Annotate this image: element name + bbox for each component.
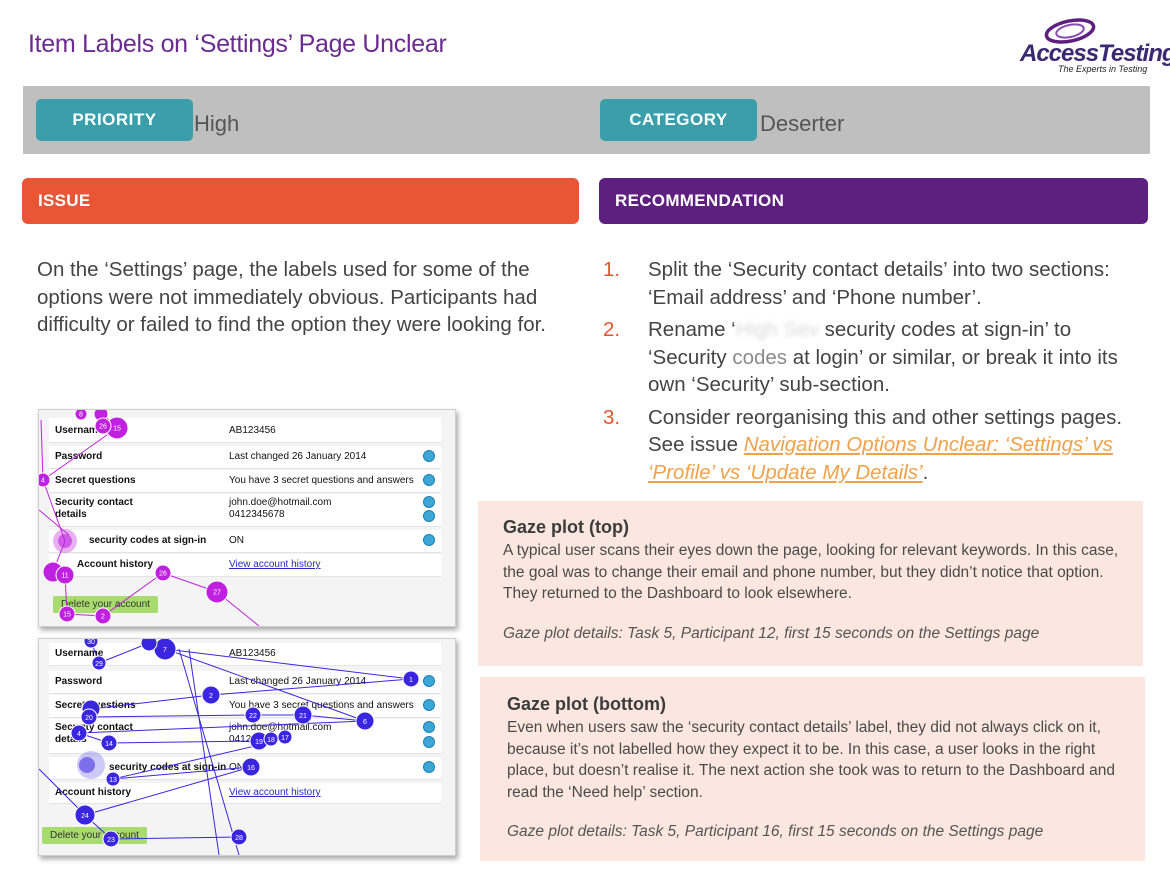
fixation-label: 4 [77, 731, 81, 738]
recommendation-item: 1. Split the ‘Security contact details’ … [603, 256, 1138, 311]
recommendation-item: 3. Consider reorganising this and other … [603, 404, 1138, 487]
gaze-top-title: Gaze plot (top) [503, 517, 629, 537]
recommendation-header: RECOMMENDATION [599, 178, 1148, 224]
issue-header: ISSUE [22, 178, 579, 224]
fixation-label: 11 [61, 573, 68, 580]
item-number: 2. [603, 318, 621, 341]
item-text: Split the ‘Security contact details’ int… [648, 258, 1110, 309]
fixation-label: 13 [109, 777, 117, 784]
fixation-label: 27 [213, 590, 221, 597]
access-testing-logo: AccessTesting The Experts in Testing [1000, 14, 1170, 78]
meta-band: PRIORITY High CATEGORY Deserter [23, 86, 1150, 154]
fixation-label: 26 [159, 571, 167, 578]
category-value: Deserter [760, 111, 845, 136]
gaze-plot-top-overlay: 8 26 15 4 11 15 2 26 27 [39, 410, 260, 626]
issue-text: On the ‘Settings’ page, the labels used … [37, 258, 547, 336]
gaze-top-details: Gaze plot details: Task 5, Participant 1… [503, 624, 1040, 642]
item-text: . [922, 460, 929, 484]
fixation-label: 30 [87, 639, 95, 646]
fixation-label: 15 [113, 426, 121, 433]
gaze-bottom-details: Gaze plot details: Task 5, Participant 1… [507, 823, 1044, 840]
page-title: Item Labels on ‘Settings’ Page Unclear [28, 30, 447, 58]
fixation-label: 29 [95, 661, 103, 668]
gaze-screenshot-top: Username AB123456 Password Last changed … [38, 409, 456, 627]
fixation-label: 19 [255, 739, 263, 746]
gaze-top-body: A typical user scans their eyes down the… [503, 542, 1119, 602]
gaze-plot-bottom-box: Gaze plot (bottom) Even when users saw t… [480, 677, 1145, 861]
item-number: 3. [603, 405, 621, 429]
fixation-label: 26 [99, 424, 107, 431]
fixation-label: 17 [281, 735, 289, 742]
fixation-label: 16 [247, 765, 255, 772]
category-badge: CATEGORY [600, 99, 757, 141]
fixation-label: 1 [409, 677, 413, 684]
recommendation-list: 1. Split the ‘Security contact details’ … [603, 256, 1138, 491]
fixation-label: 20 [85, 715, 93, 722]
fixation-label: 6 [363, 719, 367, 726]
item-text: Rename ‘ [648, 318, 736, 341]
faded-text: codes [732, 345, 788, 369]
fixation-label: 4 [41, 478, 45, 485]
fixation-label: 24 [81, 813, 89, 820]
gaze-screenshot-bottom: Username AB123456 Password Last changed … [38, 638, 456, 856]
fixation-label: 21 [299, 713, 307, 720]
fixation-label: 2 [101, 614, 105, 621]
fixation-label: 22 [249, 713, 257, 720]
fixation-label: 7 [163, 647, 167, 654]
recommendation-item: 2. Rename ‘High Sev security codes at si… [603, 316, 1138, 399]
priority-badge: PRIORITY [36, 99, 193, 141]
fixation-label: 15 [63, 612, 71, 619]
fixation-label: 2 [209, 693, 213, 700]
fixation-label: 14 [105, 741, 113, 748]
priority-value: High [194, 111, 240, 136]
fixation-label: 23 [107, 837, 115, 844]
logo-tagline: The Experts in Testing [1058, 64, 1148, 74]
fixation-label: 28 [235, 835, 243, 842]
fixation-label: 8 [79, 412, 83, 419]
gaze-plot-bottom-overlay: 30 29 7 1 2 20 22 21 6 4 14 19 18 17 13 … [39, 639, 420, 855]
fixation-label: 18 [267, 737, 275, 744]
gaze-plot-top-box: Gaze plot (top) A typical user scans the… [478, 501, 1143, 666]
gaze-bottom-body: Even when users saw the ‘security contac… [507, 719, 1116, 801]
redacted-text: High Sev [735, 318, 819, 341]
gaze-bottom-title: Gaze plot (bottom) [507, 694, 666, 714]
item-number: 1. [603, 258, 621, 281]
